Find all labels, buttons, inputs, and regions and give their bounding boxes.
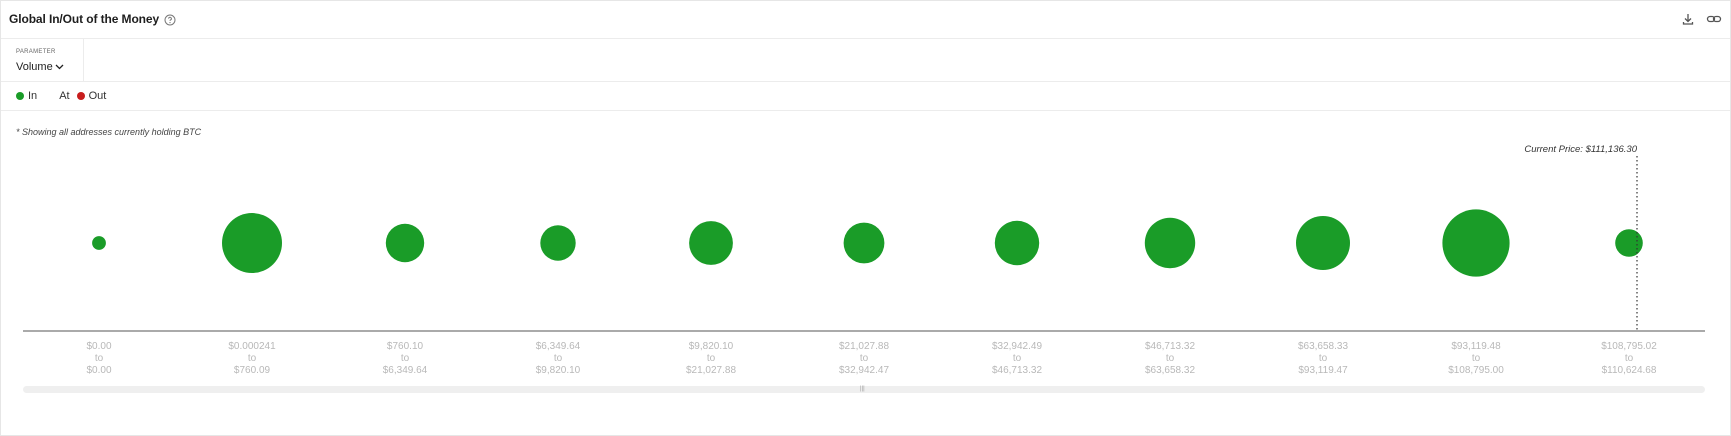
tick-label-0-from: $0.00 bbox=[86, 341, 111, 352]
current-price-label: Current Price: $111,136.30 bbox=[1524, 144, 1637, 155]
bubble-9[interactable] bbox=[1442, 209, 1510, 277]
tick-label-2-to: $6,349.64 bbox=[383, 365, 428, 376]
legend-dot-in bbox=[16, 92, 24, 100]
bubble-0[interactable] bbox=[92, 236, 106, 250]
panel-header: Global In/Out of the Money bbox=[1, 1, 1730, 39]
parameter-dropdown[interactable]: Volume bbox=[16, 61, 64, 73]
tick-label-9-to-word: to bbox=[1472, 353, 1481, 364]
tick-label-4-to: $21,027.88 bbox=[686, 365, 736, 376]
tick-label-7-to: $63,658.32 bbox=[1145, 365, 1195, 376]
tick-label-1-from: $0.000241 bbox=[228, 341, 276, 352]
holdings-note: * Showing all addresses currently holdin… bbox=[16, 127, 202, 137]
legend-item-at[interactable]: At bbox=[59, 90, 69, 102]
tick-label-10-from: $108,795.02 bbox=[1601, 341, 1657, 352]
bubble-3[interactable] bbox=[540, 225, 576, 261]
tick-label-1-to: $760.09 bbox=[234, 365, 271, 376]
tick-label-2-from: $760.10 bbox=[387, 341, 424, 352]
tick-label-3-to-word: to bbox=[554, 353, 563, 364]
panel-title: Global In/Out of the Money bbox=[9, 12, 160, 26]
tick-label-3-from: $6,349.64 bbox=[536, 341, 581, 352]
tick-label-8-from: $63,658.33 bbox=[1298, 341, 1348, 352]
parameter-bar: PARAMETER Volume bbox=[1, 39, 1730, 82]
bubble-chart: $0.00to$0.00$0.000241to$760.09$760.10to$… bbox=[23, 144, 1705, 376]
tick-label-6-from: $32,942.49 bbox=[992, 341, 1042, 352]
title-group: Global In/Out of the Money bbox=[9, 12, 176, 26]
chart-scrollbar[interactable]: ||| bbox=[23, 386, 1705, 393]
tick-label-1-to-word: to bbox=[248, 353, 257, 364]
tick-label-9-to: $108,795.00 bbox=[1448, 365, 1504, 376]
bubble-4[interactable] bbox=[689, 221, 733, 265]
bubble-7[interactable] bbox=[1144, 217, 1196, 269]
tick-label-8-to: $93,119.47 bbox=[1298, 365, 1348, 376]
tick-label-6-to-word: to bbox=[1013, 353, 1022, 364]
legend-dot-out bbox=[76, 92, 85, 100]
tick-label-2-to-word: to bbox=[401, 353, 410, 364]
tick-label-5-to-word: to bbox=[860, 353, 869, 364]
scroll-grip-icon[interactable]: ||| bbox=[860, 386, 865, 392]
tick-label-10-to: $110,624.68 bbox=[1602, 365, 1657, 376]
tick-label-6-to: $46,713.32 bbox=[992, 365, 1042, 376]
tick-label-9-from: $93,119.48 bbox=[1451, 341, 1501, 352]
chevron-down-icon bbox=[55, 64, 64, 70]
download-icon[interactable] bbox=[1680, 11, 1696, 27]
tick-label-10-to-word: to bbox=[1625, 353, 1634, 364]
header-actions bbox=[1680, 11, 1722, 27]
tick-label-0-to-word: to bbox=[95, 353, 104, 364]
tick-label-5-to: $32,942.47 bbox=[839, 365, 889, 376]
x-axis-labels: $0.00to$0.00$0.000241to$760.09$760.10to$… bbox=[86, 341, 1657, 376]
legend-label-in: In bbox=[28, 90, 38, 102]
bubble-10[interactable] bbox=[1615, 229, 1643, 257]
bubble-8[interactable] bbox=[1296, 216, 1350, 270]
bubble-2[interactable] bbox=[385, 223, 425, 263]
bubble-1[interactable] bbox=[222, 213, 282, 273]
chart-panel: Global In/Out of the Money PARAMETER Vol… bbox=[0, 0, 1731, 436]
tick-label-3-to: $9,820.10 bbox=[536, 365, 581, 376]
legend-bar: In At Out bbox=[1, 82, 1730, 111]
tick-label-7-from: $46,713.32 bbox=[1145, 341, 1195, 352]
tick-label-5-from: $21,027.88 bbox=[839, 341, 889, 352]
legend: In At Out bbox=[16, 90, 106, 102]
bubble-5[interactable] bbox=[843, 222, 885, 264]
tick-label-8-to-word: to bbox=[1319, 353, 1328, 364]
tick-label-0-to: $0.00 bbox=[86, 365, 111, 376]
parameter-value: Volume bbox=[16, 61, 53, 73]
legend-label-out: Out bbox=[88, 90, 107, 102]
bubble-6[interactable] bbox=[994, 220, 1040, 266]
legend-item-in[interactable]: In bbox=[16, 90, 37, 102]
tick-label-7-to-word: to bbox=[1166, 353, 1175, 364]
tick-label-4-from: $9,820.10 bbox=[689, 341, 734, 352]
tick-label-4-to-word: to bbox=[707, 353, 716, 364]
parameter-label: PARAMETER bbox=[16, 49, 56, 55]
legend-label-at: At bbox=[59, 90, 70, 102]
bubble-layer bbox=[92, 209, 1643, 277]
parameter-selector: PARAMETER Volume bbox=[1, 39, 84, 81]
help-circle-icon[interactable] bbox=[164, 13, 176, 26]
link-icon[interactable] bbox=[1706, 11, 1722, 27]
legend-item-out[interactable]: Out bbox=[76, 90, 107, 102]
